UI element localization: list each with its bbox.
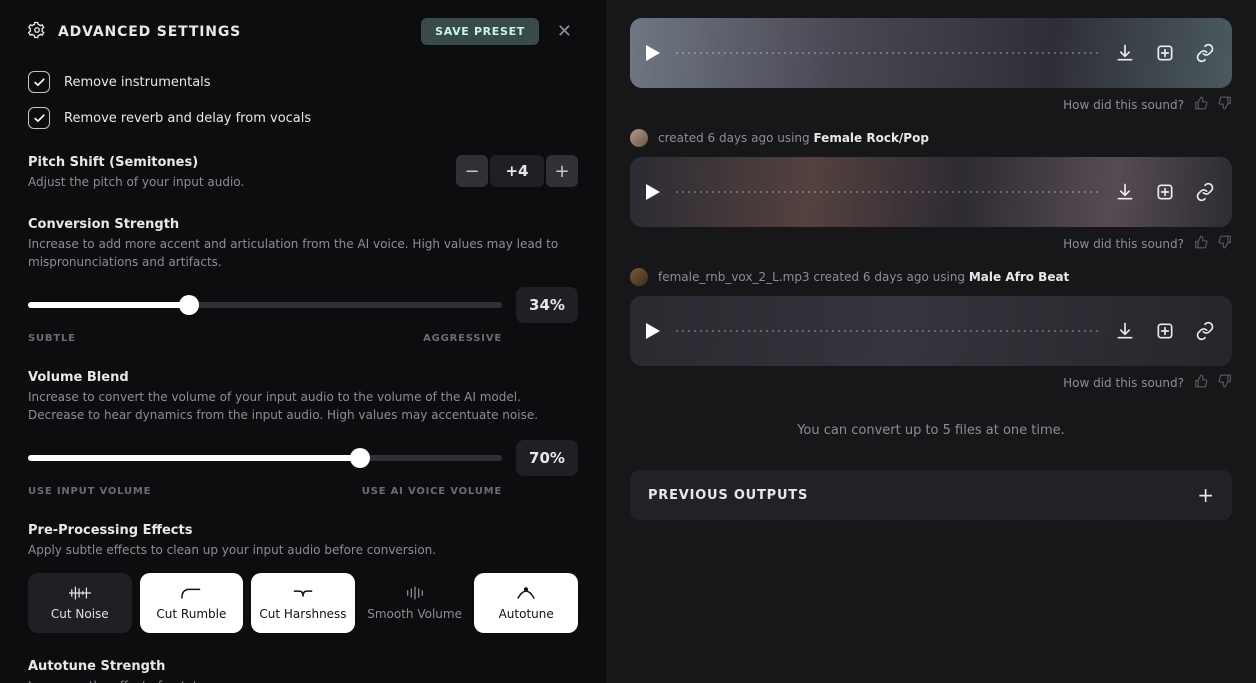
effect-smooth-volume-button[interactable]: Smooth Volume [363, 573, 467, 633]
output-meta-voice: Female Rock/Pop [813, 131, 928, 145]
panel-header: Advanced Settings Save Preset ✕ [28, 18, 578, 45]
thumbs-down-icon[interactable] [1218, 235, 1232, 252]
download-icon[interactable] [1114, 42, 1136, 64]
thumbs-down-icon[interactable] [1218, 96, 1232, 113]
download-icon[interactable] [1114, 181, 1136, 203]
cut-noise-icon [69, 585, 91, 601]
volume-blend-sub: Increase to convert the volume of your i… [28, 389, 578, 424]
link-icon[interactable] [1194, 42, 1216, 64]
voice-avatar [630, 268, 648, 286]
output-meta-created: created 6 days ago using [813, 270, 968, 284]
gear-icon [28, 21, 46, 43]
download-icon[interactable] [1114, 320, 1136, 342]
advanced-settings-panel: Advanced Settings Save Preset ✕ Remove i… [0, 0, 606, 683]
link-icon[interactable] [1194, 320, 1216, 342]
output-meta-voice: Male Afro Beat [969, 270, 1069, 284]
feedback-row: How did this sound? [630, 374, 1232, 391]
feedback-prompt: How did this sound? [1063, 98, 1184, 112]
remove-instrumentals-checkbox[interactable] [28, 71, 50, 93]
remove-reverb-row: Remove reverb and delay from vocals [28, 107, 578, 129]
feedback-prompt: How did this sound? [1063, 376, 1184, 390]
volume-blend-max: Use AI Voice Volume [362, 486, 502, 497]
pitch-decrement-button[interactable]: − [456, 155, 488, 187]
volume-blend-slider[interactable] [28, 448, 502, 468]
volume-blend-section: Volume Blend Increase to convert the vol… [28, 370, 578, 497]
enhance-icon[interactable] [1154, 320, 1176, 342]
conversion-strength-section: Conversion Strength Increase to add more… [28, 217, 578, 344]
pitch-value: +4 [490, 155, 544, 187]
output-meta-prefix: female_rnb_vox_2_L.mp3 [658, 270, 813, 284]
pitch-shift-sub: Adjust the pitch of your input audio. [28, 174, 436, 191]
conversion-strength-value: 34% [516, 287, 578, 323]
output-meta: created 6 days ago using Female Rock/Pop [630, 129, 1232, 147]
output-card [630, 296, 1232, 366]
autotune-strength-title: Autotune Strength [28, 659, 578, 674]
volume-blend-min: Use Input Volume [28, 486, 151, 497]
play-button[interactable] [646, 323, 660, 339]
thumbs-down-icon[interactable] [1218, 374, 1232, 391]
enhance-icon[interactable] [1154, 181, 1176, 203]
outputs-panel: How did this sound? created 6 days ago u… [606, 0, 1256, 683]
save-preset-button[interactable]: Save Preset [421, 18, 539, 45]
remove-reverb-checkbox[interactable] [28, 107, 50, 129]
thumbs-up-icon[interactable] [1194, 374, 1208, 391]
feedback-row: How did this sound? [630, 235, 1232, 252]
pre-processing-sub: Apply subtle effects to clean up your in… [28, 542, 578, 559]
conversion-strength-slider[interactable] [28, 295, 502, 315]
conversion-strength-max: Aggressive [423, 333, 502, 344]
thumbs-up-icon[interactable] [1194, 96, 1208, 113]
feedback-prompt: How did this sound? [1063, 237, 1184, 251]
effect-cut-noise-button[interactable]: Cut Noise [28, 573, 132, 633]
autotune-strength-sub: Increases the effect of autotune [28, 678, 578, 683]
volume-blend-value: 70% [516, 440, 578, 476]
previous-outputs-toggle[interactable]: Previous Outputs + [630, 470, 1232, 520]
waveform[interactable] [674, 330, 1100, 332]
autotune-strength-section: Autotune Strength Increases the effect o… [28, 659, 578, 683]
play-button[interactable] [646, 184, 660, 200]
thumbs-up-icon[interactable] [1194, 235, 1208, 252]
enhance-icon[interactable] [1154, 42, 1176, 64]
output-meta-created: created 6 days ago using [658, 131, 813, 145]
effect-cut-harshness-button[interactable]: Cut Harshness [251, 573, 355, 633]
panel-title: Advanced Settings [58, 24, 409, 40]
pitch-shift-section: Pitch Shift (Semitones) Adjust the pitch… [28, 155, 578, 191]
cut-rumble-icon [180, 585, 202, 601]
smooth-volume-icon [404, 585, 426, 601]
remove-instrumentals-row: Remove instrumentals [28, 71, 578, 93]
voice-avatar [630, 129, 648, 147]
volume-blend-title: Volume Blend [28, 370, 578, 385]
autotune-icon [515, 585, 537, 601]
cut-harshness-icon [292, 585, 314, 601]
waveform[interactable] [674, 191, 1100, 193]
output-card [630, 157, 1232, 227]
conversion-limit-info: You can convert up to 5 files at one tim… [630, 423, 1232, 438]
effect-cut-rumble-button[interactable]: Cut Rumble [140, 573, 244, 633]
output-meta: female_rnb_vox_2_L.mp3 created 6 days ag… [630, 268, 1232, 286]
conversion-strength-sub: Increase to add more accent and articula… [28, 236, 578, 271]
waveform[interactable] [674, 52, 1100, 54]
plus-icon: + [1197, 483, 1214, 507]
play-button[interactable] [646, 45, 660, 61]
previous-outputs-label: Previous Outputs [648, 488, 808, 503]
pitch-shift-stepper: − +4 + [456, 155, 578, 187]
close-icon[interactable]: ✕ [551, 21, 578, 42]
pitch-shift-title: Pitch Shift (Semitones) [28, 155, 436, 170]
output-card [630, 18, 1232, 88]
remove-instrumentals-label: Remove instrumentals [64, 75, 211, 90]
pre-processing-section: Pre-Processing Effects Apply subtle effe… [28, 523, 578, 633]
effect-autotune-button[interactable]: Autotune [474, 573, 578, 633]
feedback-row: How did this sound? [630, 96, 1232, 113]
conversion-strength-title: Conversion Strength [28, 217, 578, 232]
remove-reverb-label: Remove reverb and delay from vocals [64, 111, 311, 126]
pre-processing-title: Pre-Processing Effects [28, 523, 578, 538]
conversion-strength-min: Subtle [28, 333, 76, 344]
pitch-increment-button[interactable]: + [546, 155, 578, 187]
link-icon[interactable] [1194, 181, 1216, 203]
